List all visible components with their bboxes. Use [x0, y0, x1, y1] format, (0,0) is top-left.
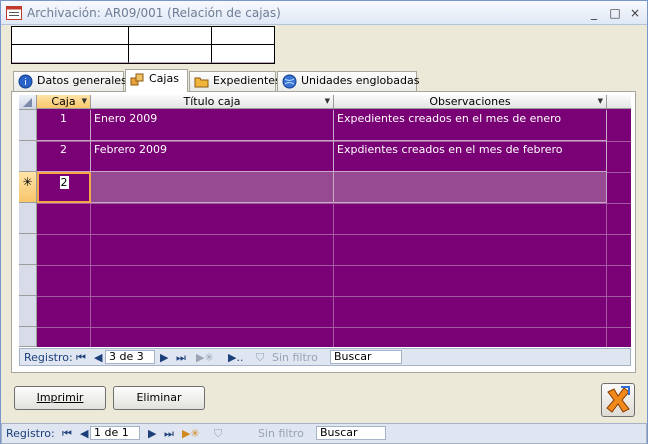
fecha-label: Fecha — [130, 28, 163, 41]
table-cell-observaciones[interactable]: Expdientes creados en el mes de febrero — [334, 141, 607, 172]
table-cell-titulo[interactable]: Febrero 2009 — [91, 141, 334, 172]
row-selector — [19, 327, 37, 347]
codigo-cell: Código de archivación AR09/001 — [12, 27, 129, 63]
svg-text:i: i — [24, 78, 27, 88]
new-record-icon: ✳ — [22, 175, 33, 189]
new-row-selector[interactable]: ✳ — [19, 172, 37, 203]
info-icon: i — [18, 74, 33, 89]
close-form-icon — [606, 386, 630, 413]
tab-datos-generales-label: Datos generales — [37, 74, 127, 87]
codigo-label: Código de archivación — [13, 28, 129, 41]
row-selector — [19, 234, 37, 265]
print-button-label: Imprimir — [36, 391, 84, 404]
first-record-icon[interactable]: ⏮ — [62, 427, 72, 440]
column-header-caja[interactable]: Caja ▼ — [37, 95, 91, 109]
table-cell-observaciones-new[interactable] — [334, 172, 607, 203]
tab-cajas-label: Cajas — [149, 72, 179, 85]
delete-button[interactable]: Eliminar — [113, 386, 205, 410]
filter-icon[interactable]: ⛉ — [214, 427, 222, 440]
row-selector[interactable] — [19, 110, 37, 141]
table-cell-caja[interactable]: 2 — [37, 141, 91, 172]
new-record-icon[interactable]: ▶.. — [228, 351, 243, 364]
codigo-value: AR09/001 — [52, 47, 106, 60]
search-input[interactable]: Buscar — [316, 426, 386, 440]
archive-header: Código de archivación AR09/001 Fecha 07/… — [11, 26, 275, 64]
column-caja-label: Caja — [51, 95, 76, 108]
title-bar: Archivación: AR09/001 (Relación de cajas… — [1, 1, 647, 25]
record-position-input[interactable]: 3 de 3 — [105, 350, 155, 364]
window-title: Archivación: AR09/001 (Relación de cajas… — [27, 6, 281, 20]
caja-new-value[interactable]: 2 — [59, 176, 69, 189]
anio-label: Año — [213, 28, 235, 41]
chevron-down-icon[interactable]: ▼ — [325, 95, 330, 108]
search-input[interactable]: Buscar — [330, 350, 402, 364]
next-record-icon[interactable]: ▶ — [148, 427, 156, 440]
form-navigation-bar: Registro: ⏮ ◀ 1 de 1 ▶ ⏭ ▶✳ ⛉ Sin filtro… — [1, 423, 647, 444]
filter-icon[interactable]: ⛉ — [256, 351, 264, 364]
tab-expedientes[interactable]: Expedientes — [189, 71, 281, 91]
table-cell-caja-active[interactable]: 2 — [37, 172, 91, 203]
record-label: Registro: — [6, 427, 55, 440]
column-header-empty — [607, 95, 631, 109]
fecha-value: 07/04/2009 — [144, 47, 208, 60]
table-cell-titulo-new[interactable] — [91, 172, 334, 203]
first-record-icon[interactable]: ⏮ — [76, 351, 86, 364]
chevron-down-icon[interactable]: ▼ — [598, 95, 603, 108]
folder-icon — [194, 77, 209, 88]
row-selector — [19, 203, 37, 234]
record-position-input[interactable]: 1 de 1 — [90, 426, 140, 440]
column-header-observaciones[interactable]: Observaciones ▼ — [334, 95, 607, 109]
corner-triangle-icon — [23, 98, 32, 107]
column-header-titulo[interactable]: Título caja ▼ — [91, 95, 334, 109]
chevron-down-icon[interactable]: ▼ — [82, 95, 87, 108]
filter-toggle[interactable]: Sin filtro — [258, 427, 304, 440]
previous-record-icon[interactable]: ◀ — [80, 427, 88, 440]
tab-expedientes-label: Expedientes — [213, 74, 281, 87]
fecha-cell: Fecha 07/04/2009 — [129, 27, 212, 63]
close-window-button[interactable]: × — [626, 5, 644, 21]
anio-cell: Año 2009 — [212, 27, 274, 63]
tab-unidades-englobadas-label: Unidades englobadas — [301, 74, 420, 87]
datasheet-navigation-bar: Registro: ⏮ ◀ 3 de 3 ▶ ⏭ ▶✳ ▶.. ⛉ Sin fi… — [19, 348, 631, 366]
anio-value: 2009 — [228, 47, 256, 60]
minimize-button[interactable]: _ — [585, 5, 603, 21]
select-all-corner[interactable] — [19, 95, 37, 110]
globe-icon — [282, 74, 297, 89]
previous-record-icon[interactable]: ◀ — [94, 351, 102, 364]
tab-cajas[interactable]: Cajas — [125, 69, 188, 92]
app-window: Archivación: AR09/001 (Relación de cajas… — [0, 0, 648, 444]
row-selector — [19, 296, 37, 327]
print-button[interactable]: Imprimir — [14, 386, 106, 410]
tab-unidades-englobadas[interactable]: Unidades englobadas — [277, 71, 420, 91]
row-selector — [19, 265, 37, 296]
column-titulo-label: Título caja — [183, 95, 241, 108]
record-label: Registro: — [24, 351, 73, 364]
close-form-button[interactable] — [601, 383, 635, 417]
row-selector[interactable] — [19, 141, 37, 172]
boxes-icon — [130, 73, 144, 86]
table-cell-titulo[interactable]: Enero 2009 — [91, 110, 334, 141]
maximize-button[interactable]: □ — [606, 5, 624, 21]
delete-button-label: Eliminar — [136, 391, 182, 404]
form-icon — [6, 6, 22, 20]
table-cell-caja[interactable]: 1 — [37, 110, 91, 141]
column-observaciones-label: Observaciones — [429, 95, 511, 108]
new-record-button[interactable]: ▶✳ — [196, 351, 214, 364]
last-record-icon[interactable]: ⏭ — [176, 351, 186, 364]
tab-datos-generales[interactable]: i Datos generales — [13, 71, 127, 91]
next-record-icon[interactable]: ▶ — [160, 351, 168, 364]
filter-toggle[interactable]: Sin filtro — [272, 351, 318, 364]
cajas-datasheet: Caja ▼ Título caja ▼ Observaciones ▼ ✳ 1 En… — [19, 95, 631, 347]
last-record-icon[interactable]: ⏭ — [164, 427, 174, 440]
table-cell-observaciones[interactable]: Expedientes creados en el mes de enero — [334, 110, 607, 141]
new-record-button[interactable]: ▶✳ — [182, 427, 200, 440]
